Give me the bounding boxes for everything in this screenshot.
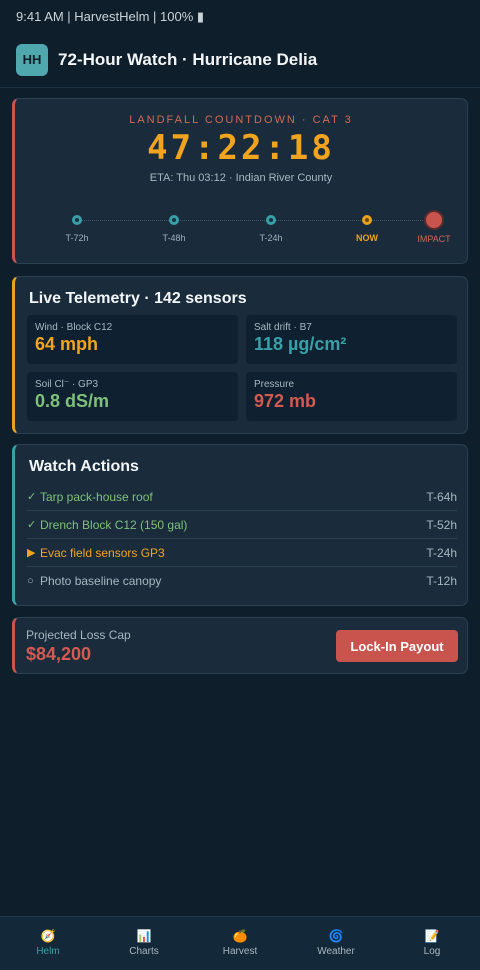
telemetry-grid: Wind · Block C12 64 mph Salt drift · B7 … (27, 315, 457, 421)
action-text: Tarp pack-house roof (40, 489, 153, 504)
tab-log[interactable]: 📝 Log (384, 917, 480, 970)
action-time: T-64h (426, 489, 457, 504)
status-bar: 9:41 AM | HarvestHelm | 100% ▮ (16, 9, 205, 24)
timeline-step-t72: T-72h (47, 211, 107, 243)
play-icon: ▶ (27, 547, 36, 559)
countdown-eta: ETA: Thu 03:12 · Indian River County (149, 172, 333, 184)
telemetry-label: Pressure (254, 379, 295, 390)
timeline-step-t48: T-48h (144, 211, 204, 243)
telemetry-value: 118 µg/cm² (254, 334, 347, 354)
action-time: T-52h (426, 517, 457, 532)
tab-bar: 🧭 Helm 📊 Charts 🍊 Harvest 🌀 Weather 📝 Lo… (0, 916, 480, 970)
app-header: HH 72-Hour Watch · Hurricane Delia (0, 32, 480, 88)
timeline-dot (72, 215, 82, 225)
cyclone-icon: 🌀 (328, 929, 344, 943)
tab-helm[interactable]: 🧭 Helm (0, 917, 96, 970)
telemetry-label: Salt drift · B7 (254, 322, 312, 333)
landfall-timeline: T-72h T-48h T-24h NOW IMPACT (39, 211, 459, 251)
memo-icon: 📝 (424, 929, 440, 943)
action-item[interactable]: ▶ Evac field sensors GP3 T-24h (27, 539, 457, 567)
actions-list: ✓ Tarp pack-house roof T-64h ✓ Drench Bl… (27, 483, 457, 595)
check-icon: ✓ (27, 519, 37, 531)
timeline-dot-now (362, 215, 372, 225)
action-item[interactable]: ✓ Tarp pack-house roof T-64h (27, 483, 457, 511)
timeline-step-impact: IMPACT (404, 211, 464, 244)
compass-icon: 🧭 (40, 929, 56, 943)
chart-icon: 📊 (136, 929, 152, 943)
circle-icon: ○ (27, 575, 34, 587)
actions-card: Watch Actions ✓ Tarp pack-house roof T-6… (12, 444, 468, 606)
timeline-label: NOW (356, 233, 378, 243)
timeline-step-t24: T-24h (241, 211, 301, 243)
tab-harvest[interactable]: 🍊 Harvest (192, 917, 288, 970)
countdown-timer: 47:22:18 (147, 128, 335, 168)
app-logo: HH (16, 43, 48, 76)
timeline-dot-impact (426, 212, 442, 228)
timeline-dot (169, 215, 179, 225)
loss-card: Projected Loss Cap $84,200 Lock-In Payou… (12, 617, 468, 674)
action-text: Photo baseline canopy (40, 574, 162, 588)
timeline-dot (266, 215, 276, 225)
action-text: Evac field sensors GP3 (40, 545, 165, 560)
tab-label: Helm (36, 946, 60, 957)
tab-label: Harvest (222, 946, 258, 957)
countdown-label: LANDFALL COUNTDOWN · CAT 3 (129, 114, 353, 126)
telemetry-label: Wind · Block C12 (35, 322, 113, 333)
timeline-label: T-48h (162, 233, 186, 243)
telemetry-tile-soil-chloride[interactable]: Soil Cl⁻ · GP3 0.8 dS/m (27, 372, 238, 421)
timeline-label: IMPACT (417, 234, 451, 244)
telemetry-tile-wind[interactable]: Wind · Block C12 64 mph (27, 315, 238, 364)
timeline-label: T-24h (259, 233, 283, 243)
loss-label: Projected Loss Cap (26, 628, 131, 642)
lock-in-payout-button[interactable]: Lock-In Payout (336, 630, 458, 662)
timeline-step-now: NOW (337, 211, 397, 243)
actions-title: Watch Actions (29, 458, 139, 475)
telemetry-tile-pressure[interactable]: Pressure 972 mb (246, 372, 457, 421)
loss-value: $84,200 (26, 644, 92, 664)
telemetry-card: Live Telemetry · 142 sensors Wind · Bloc… (12, 276, 468, 434)
page-title: 72-Hour Watch · Hurricane Delia (58, 49, 318, 69)
telemetry-value: 64 mph (35, 334, 99, 354)
telemetry-value: 972 mb (254, 391, 317, 411)
timeline-label: T-72h (65, 233, 89, 243)
action-text: Drench Block C12 (150 gal) (40, 517, 188, 532)
tab-charts[interactable]: 📊 Charts (96, 917, 192, 970)
countdown-card: LANDFALL COUNTDOWN · CAT 3 47:22:18 ETA:… (12, 98, 468, 264)
tab-label: Weather (317, 946, 355, 957)
telemetry-tile-salt-drift[interactable]: Salt drift · B7 118 µg/cm² (246, 315, 457, 364)
tab-label: Log (423, 946, 441, 957)
tab-label: Charts (129, 946, 159, 957)
telemetry-title: Live Telemetry · 142 sensors (29, 290, 247, 307)
telemetry-label: Soil Cl⁻ · GP3 (35, 379, 99, 390)
check-icon: ✓ (27, 491, 37, 503)
tab-weather[interactable]: 🌀 Weather (288, 917, 384, 970)
orange-icon: 🍊 (232, 929, 248, 943)
telemetry-value: 0.8 dS/m (35, 391, 110, 411)
action-item[interactable]: ○ Photo baseline canopy T-12h (27, 567, 457, 595)
action-time: T-24h (426, 545, 457, 560)
action-time: T-12h (426, 574, 457, 588)
action-item[interactable]: ✓ Drench Block C12 (150 gal) T-52h (27, 511, 457, 539)
